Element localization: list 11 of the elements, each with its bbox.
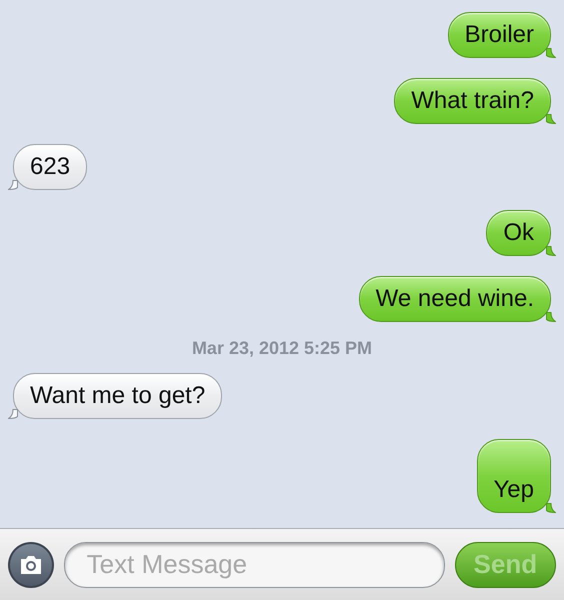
camera-button[interactable]: [8, 542, 54, 588]
bubble-tail: [546, 114, 556, 124]
timestamp: Mar 23, 2012 5:25 PM: [192, 338, 372, 359]
camera-icon: [18, 554, 43, 574]
bubble-tail: [8, 180, 18, 190]
bubble-tail: [546, 312, 556, 322]
message-field[interactable]: Text Message: [64, 542, 445, 588]
bubble-tail: [8, 409, 18, 419]
bubble-tail: [546, 503, 556, 513]
bubble-tail: [546, 48, 556, 58]
bubble-tail: [546, 246, 556, 256]
